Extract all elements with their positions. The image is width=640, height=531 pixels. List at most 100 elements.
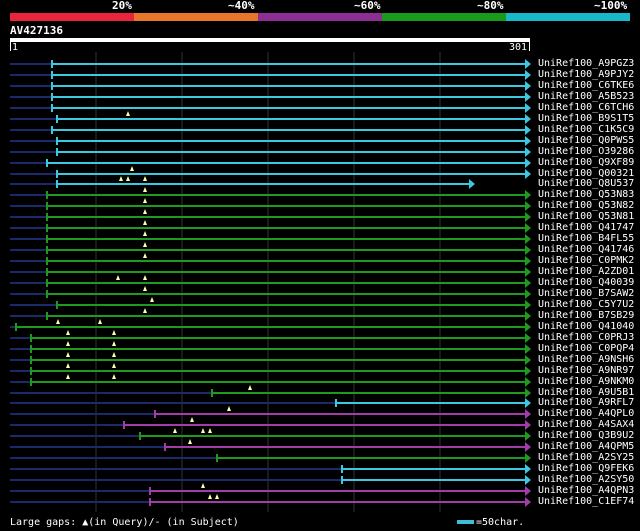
hit-label[interactable]: UniRef100_A9NSH6	[538, 354, 634, 365]
hit-label[interactable]: UniRef100_A9NKM0	[538, 376, 634, 387]
hit-label[interactable]: UniRef100_C5Y7U2	[538, 299, 634, 310]
hit-label[interactable]: UniRef100_B7SB29	[538, 310, 634, 321]
hit-row	[10, 187, 531, 200]
gap-marker	[208, 494, 212, 499]
hit-label[interactable]: UniRef100_A4SAX4	[538, 419, 634, 430]
hit-label[interactable]: UniRef100_A9PJY2	[538, 69, 634, 80]
hit-row	[10, 406, 531, 419]
hit-label[interactable]: UniRef100_C1K5C9	[538, 124, 634, 135]
hit-label[interactable]: UniRef100_B7SAW2	[538, 288, 634, 299]
scale-legend: =50char.	[457, 517, 524, 529]
hit-arrow	[525, 256, 531, 266]
gap-marker	[248, 385, 252, 390]
hit-label[interactable]: UniRef100_C1EF74	[538, 496, 634, 507]
gap-marker	[143, 187, 147, 192]
hit-label[interactable]: UniRef100_C6TCH6	[538, 102, 634, 113]
hit-label[interactable]: UniRef100_Q40039	[538, 277, 634, 288]
hit-label[interactable]: UniRef100_Q41747	[538, 222, 634, 233]
hit-row	[10, 253, 531, 266]
hit-arrow	[525, 464, 531, 474]
gap-marker	[143, 253, 147, 258]
hit-label[interactable]: UniRef100_Q9FEK6	[538, 463, 634, 474]
gap-marker	[208, 428, 212, 433]
hit-arrow	[525, 420, 531, 430]
hit-label[interactable]: UniRef100_A2SY25	[538, 452, 634, 463]
hit-arrow	[525, 355, 531, 365]
hit-arrow	[525, 125, 531, 135]
hit-row	[10, 198, 531, 211]
hit-label[interactable]: UniRef100_C0PRJ3	[538, 332, 634, 343]
gap-marker	[98, 319, 102, 324]
gap-marker	[66, 374, 70, 379]
hit-row	[10, 231, 531, 244]
hit-arrow	[525, 92, 531, 102]
gap-marker	[215, 494, 219, 499]
hit-arrow	[525, 223, 531, 233]
hit-arrow	[525, 366, 531, 376]
hit-row	[10, 147, 531, 157]
hit-row	[10, 464, 531, 474]
hit-label[interactable]: UniRef100_Q3B9U2	[538, 430, 634, 441]
gap-marker	[143, 198, 147, 203]
hit-arrow	[525, 234, 531, 244]
gap-marker	[112, 352, 116, 357]
hit-label[interactable]: UniRef100_Q9XF89	[538, 157, 634, 168]
hit-label[interactable]: UniRef100_Q8U537	[538, 178, 634, 189]
gap-marker	[112, 374, 116, 379]
hit-arrow	[525, 377, 531, 387]
gap-marker	[116, 275, 120, 280]
hit-row	[10, 176, 475, 189]
hit-label[interactable]: UniRef100_A9NR97	[538, 365, 634, 376]
hit-arrow	[525, 388, 531, 398]
hit-label[interactable]: UniRef100_Q53N82	[538, 200, 634, 211]
hit-label[interactable]: UniRef100_A9PGZ3	[538, 58, 634, 69]
hit-arrow	[525, 147, 531, 157]
hit-row	[10, 103, 531, 113]
hit-row	[10, 398, 531, 408]
gap-marker	[66, 330, 70, 335]
hit-row	[10, 136, 531, 146]
hit-arrow	[525, 267, 531, 277]
hit-row	[10, 330, 531, 343]
hit-row	[10, 166, 531, 179]
hit-label[interactable]: UniRef100_Q53N81	[538, 211, 634, 222]
gap-marker	[119, 176, 123, 181]
hit-label[interactable]: UniRef100_A2SY50	[538, 474, 634, 485]
hit-arrow	[525, 103, 531, 113]
hit-label[interactable]: UniRef100_B9S1T5	[538, 113, 634, 124]
hit-row	[10, 275, 531, 288]
gap-marker	[66, 363, 70, 368]
hit-label[interactable]: UniRef100_Q41746	[538, 244, 634, 255]
hit-arrow	[525, 486, 531, 496]
hit-row	[10, 59, 531, 69]
hit-label[interactable]: UniRef100_A5B523	[538, 91, 634, 102]
gap-marker	[143, 286, 147, 291]
hit-label[interactable]: UniRef100_Q53N83	[538, 189, 634, 200]
gap-marker	[112, 363, 116, 368]
hit-label[interactable]: UniRef100_A4QPL0	[538, 408, 634, 419]
gap-marker	[143, 176, 147, 181]
hit-arrow	[525, 289, 531, 299]
hit-label[interactable]: UniRef100_Q41040	[538, 321, 634, 332]
gap-marker	[143, 209, 147, 214]
hit-arrow	[525, 497, 531, 507]
hit-label[interactable]: UniRef100_B4FL55	[538, 233, 634, 244]
hit-label[interactable]: UniRef100_Q0PWS5	[538, 135, 634, 146]
hit-label[interactable]: UniRef100_C0PMK2	[538, 255, 634, 266]
gap-marker	[126, 111, 130, 116]
hit-label[interactable]: UniRef100_A2ZD01	[538, 266, 634, 277]
hit-label[interactable]: UniRef100_A9RFL7	[538, 397, 634, 408]
hit-label[interactable]: UniRef100_C6TKE6	[538, 80, 634, 91]
hit-label[interactable]: UniRef100_A4QPM5	[538, 441, 634, 452]
hit-label[interactable]: UniRef100_O39286	[538, 146, 634, 157]
hit-label[interactable]: UniRef100_A4QPN3	[538, 485, 634, 496]
hit-label[interactable]: UniRef100_C0PQP4	[538, 343, 634, 354]
hit-arrow	[525, 158, 531, 168]
hit-arrow	[525, 300, 531, 310]
gap-marker	[66, 352, 70, 357]
hit-row	[10, 92, 531, 102]
hit-row	[10, 319, 531, 332]
hit-row	[10, 494, 531, 507]
hit-row	[10, 158, 531, 168]
gap-marker	[190, 417, 194, 422]
